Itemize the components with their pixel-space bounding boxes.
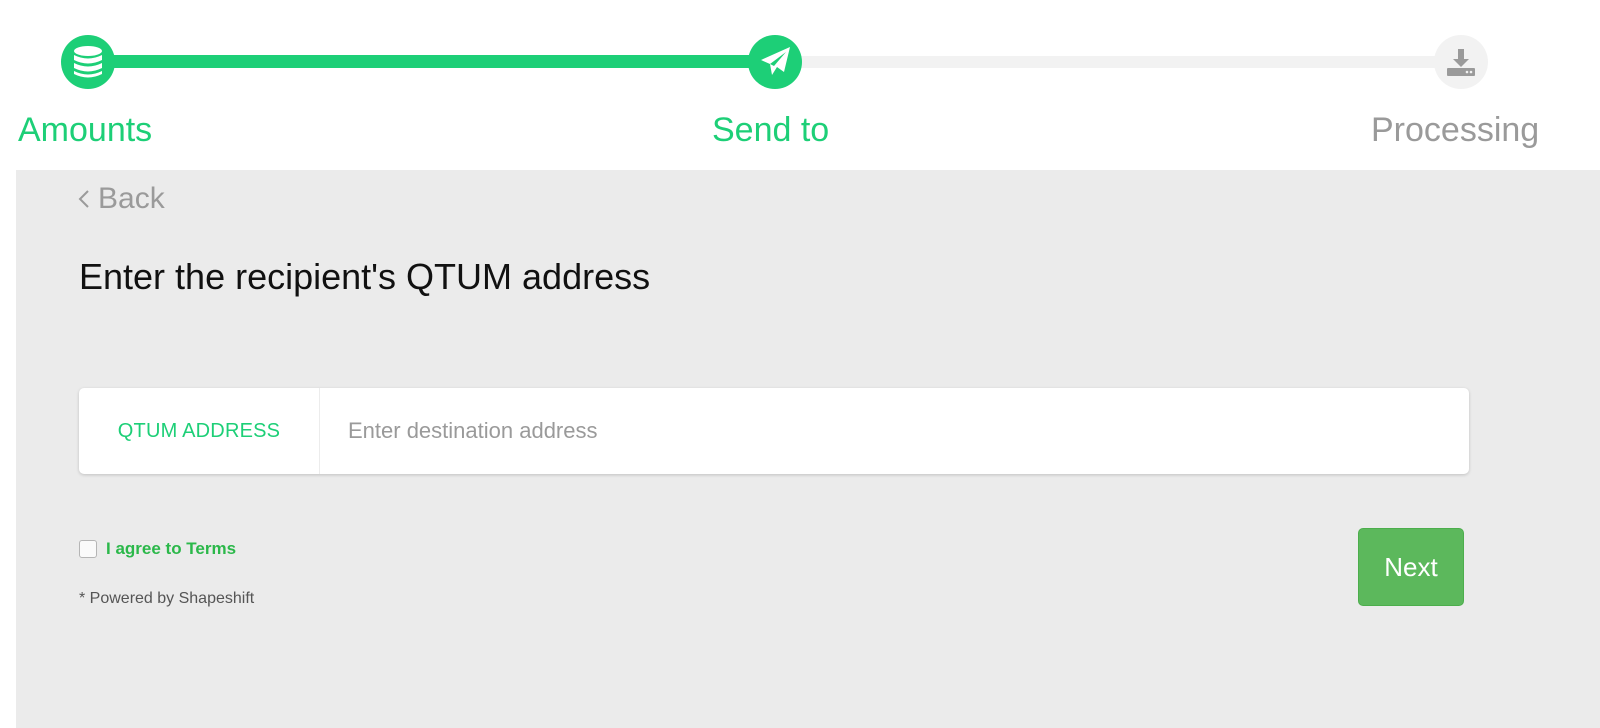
paper-plane-icon [761,47,790,75]
database-coins-icon [74,46,102,78]
step-processing-label: Processing [1371,111,1540,149]
terms-checkbox[interactable] [79,540,97,558]
powered-by-note: * Powered by Shapeshift [79,590,255,607]
progress-stepper: Amounts Send to Processing [0,0,1600,170]
send-to-panel: Back Enter the recipient's QTUM address … [16,170,1600,728]
step-amounts-label[interactable]: Amounts [18,110,152,150]
chevron-left-icon [78,190,89,208]
destination-address-input[interactable] [320,388,1469,474]
step-send-to-circle[interactable] [748,35,802,89]
download-tray-icon [1447,49,1475,76]
step-send-to-label[interactable]: Send to [712,110,829,150]
terms-link[interactable]: I agree to Terms [106,539,236,559]
step-amounts-circle[interactable] [61,35,115,89]
step-processing-circle [1434,35,1488,89]
page-title: Enter the recipient's QTUM address [79,256,651,297]
address-input-group: QTUM ADDRESS [79,388,1469,474]
address-field-label: QTUM ADDRESS [79,388,320,474]
next-button[interactable]: Next [1358,528,1464,606]
terms-row: I agree to Terms [79,539,236,559]
stepper-track-progress [88,55,776,68]
back-label: Back [98,182,165,215]
back-link[interactable]: Back [78,182,165,216]
